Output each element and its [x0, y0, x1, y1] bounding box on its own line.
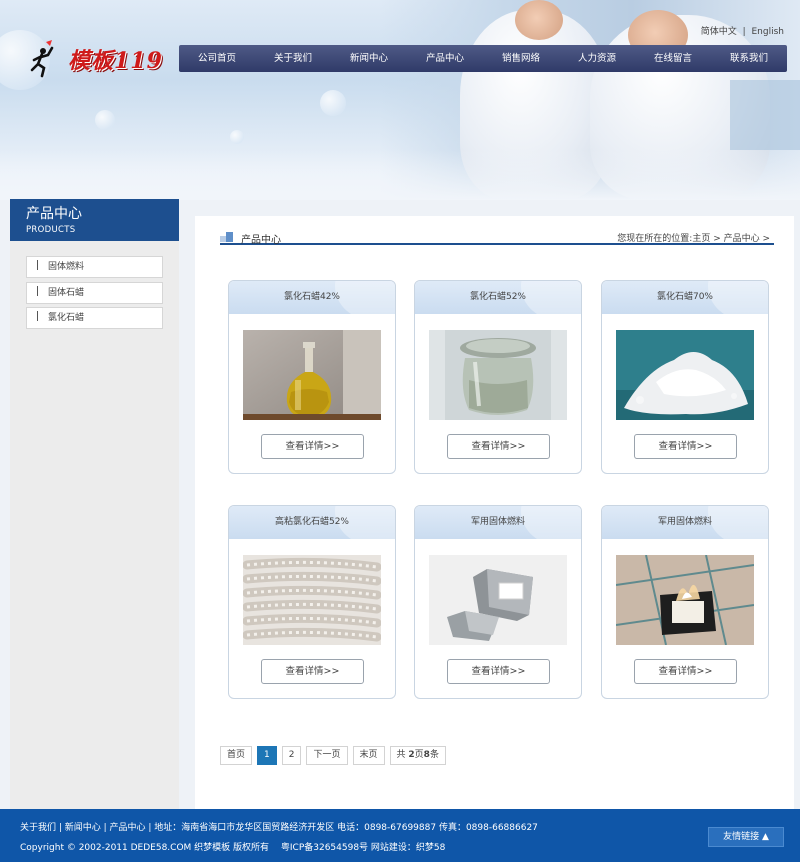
sidebar-item-chlorinated-paraffin[interactable]: 氯化石蜡 [26, 307, 163, 329]
product-image-wax-strands[interactable] [242, 555, 382, 645]
view-details-button[interactable]: 查看详情>> [634, 659, 737, 684]
product-image-flask[interactable] [243, 330, 381, 420]
product-name-text: 军用固体燃料 [657, 517, 712, 527]
site-header: 模板119 简体中文 | English 公司首页 关于我们 新闻中心 产品中心… [0, 0, 800, 200]
section-square-icon [220, 232, 234, 242]
section-header: 产品中心 您现在所在的位置:主页 > 产品中心 > [220, 222, 774, 246]
sidebar-item-label: 固体石蜡 [48, 287, 85, 298]
product-name-text: 高粘氯化石蜡52% [274, 517, 349, 527]
main-nav: 公司首页 关于我们 新闻中心 产品中心 销售网络 人力资源 在线留言 联系我们 [179, 45, 787, 72]
page-2-button[interactable]: 2 [281, 746, 302, 765]
page-info: 共 2页8条 [389, 746, 446, 765]
product-card[interactable]: 氯化石蜡52% 查看详情>> [414, 280, 582, 474]
product-card[interactable]: 氯化石蜡70% 查看详情>> [601, 280, 769, 474]
view-details-button[interactable]: 查看详情>> [261, 434, 364, 459]
page-next-button[interactable]: 下一页 [306, 746, 348, 765]
logo-text: 模板119 [68, 48, 163, 74]
site-logo[interactable]: 模板119 [28, 40, 163, 78]
bullet-bar [37, 285, 38, 296]
bullet-bar [37, 311, 38, 321]
product-card[interactable]: 氯化石蜡42% 查看详情>> [228, 280, 396, 474]
lang-chinese-link[interactable]: 简体中文 [701, 27, 737, 37]
product-card[interactable]: 军用固体燃料 查看详情>> [414, 505, 582, 699]
nav-sales[interactable]: 销售网络 [483, 45, 559, 72]
page-1-button[interactable]: 1 [257, 746, 277, 765]
sidebar-item-label: 氯化石蜡 [48, 313, 85, 323]
footer-copyright: Copyright © 2002-2011 DEDE58.COM 织梦模板 版权… [20, 843, 446, 853]
nav-message[interactable]: 在线留言 [635, 45, 711, 72]
main-content: 产品中心 您现在所在的位置:主页 > 产品中心 > 氯化石蜡42% 查看详情>>… [195, 216, 794, 809]
nav-news[interactable]: 新闻中心 [331, 45, 407, 72]
product-name[interactable]: 军用固体燃料 [415, 506, 581, 539]
product-name-text: 军用固体燃料 [470, 517, 525, 527]
header-fade [0, 150, 800, 200]
lang-separator: | [742, 27, 746, 37]
product-card[interactable]: 高粘氯化石蜡52% 查看详情>> [228, 505, 396, 699]
decor-bubble [230, 130, 244, 144]
sidebar-header: 产品中心 PRODUCTS [10, 199, 179, 241]
product-image-burning-fuel[interactable] [615, 554, 755, 646]
scientist-face [515, 0, 563, 40]
sidebar-subtitle: PRODUCTS [26, 225, 76, 235]
view-details-button[interactable]: 查看详情>> [634, 434, 737, 459]
product-name-text: 氯化石蜡52% [469, 292, 526, 302]
nav-about[interactable]: 关于我们 [255, 45, 331, 72]
product-image-fuel-stand[interactable] [429, 555, 567, 645]
nav-contact[interactable]: 联系我们 [711, 45, 787, 72]
product-image-powder[interactable] [616, 330, 754, 420]
friend-links-button[interactable]: 友情链接 ▲ [708, 827, 784, 847]
section-title: 产品中心 [241, 235, 281, 246]
lang-english-link[interactable]: English [752, 27, 785, 37]
language-switcher: 简体中文 | English [701, 24, 784, 37]
product-name[interactable]: 氯化石蜡70% [602, 281, 768, 314]
sidebar-item-label: 固体燃料 [48, 262, 85, 272]
bullet-bar [37, 260, 38, 270]
pagination: 首页 1 2 下一页 末页 共 2页8条 [220, 746, 451, 765]
product-name-text: 氯化石蜡70% [656, 292, 713, 302]
sidebar-category-list: 固体燃料 固体石蜡 氯化石蜡 [26, 256, 163, 333]
product-card[interactable]: 军用固体燃料 查看详情>> [601, 505, 769, 699]
view-details-button[interactable]: 查看详情>> [447, 434, 550, 459]
nav-home[interactable]: 公司首页 [179, 45, 255, 72]
sidebar-item-solid-paraffin[interactable]: 固体石蜡 [26, 281, 163, 304]
product-name[interactable]: 军用固体燃料 [602, 506, 768, 539]
nav-products[interactable]: 产品中心 [407, 45, 483, 72]
view-details-button[interactable]: 查看详情>> [261, 659, 364, 684]
decor-bubble [320, 90, 346, 116]
sidebar-title: 产品中心 [26, 206, 82, 222]
view-details-button[interactable]: 查看详情>> [447, 659, 550, 684]
footer-links[interactable]: 关于我们 | 新闻中心 | 产品中心 | 地址：海南省海口市龙华区国贸路经济开发… [20, 820, 538, 833]
product-image-jar[interactable] [429, 330, 567, 420]
runner-logo-icon [28, 40, 58, 78]
product-name-text: 氯化石蜡42% [283, 292, 340, 302]
breadcrumb[interactable]: 您现在所在的位置:主页 > 产品中心 > [617, 231, 770, 244]
product-name[interactable]: 氯化石蜡52% [415, 281, 581, 314]
product-name[interactable]: 氯化石蜡42% [229, 281, 395, 314]
decor-bubble [95, 110, 115, 130]
product-name[interactable]: 高粘氯化石蜡52% [229, 506, 395, 539]
sidebar: 产品中心 PRODUCTS 固体燃料 固体石蜡 氯化石蜡 [10, 199, 179, 809]
page-last-button[interactable]: 末页 [352, 746, 385, 765]
sidebar-item-solid-fuel[interactable]: 固体燃料 [26, 256, 163, 278]
page-first-button[interactable]: 首页 [220, 746, 253, 765]
nav-hr[interactable]: 人力资源 [559, 45, 635, 72]
site-footer: 关于我们 | 新闻中心 | 产品中心 | 地址：海南省海口市龙华区国贸路经济开发… [0, 809, 800, 862]
lab-equipment [730, 80, 800, 150]
